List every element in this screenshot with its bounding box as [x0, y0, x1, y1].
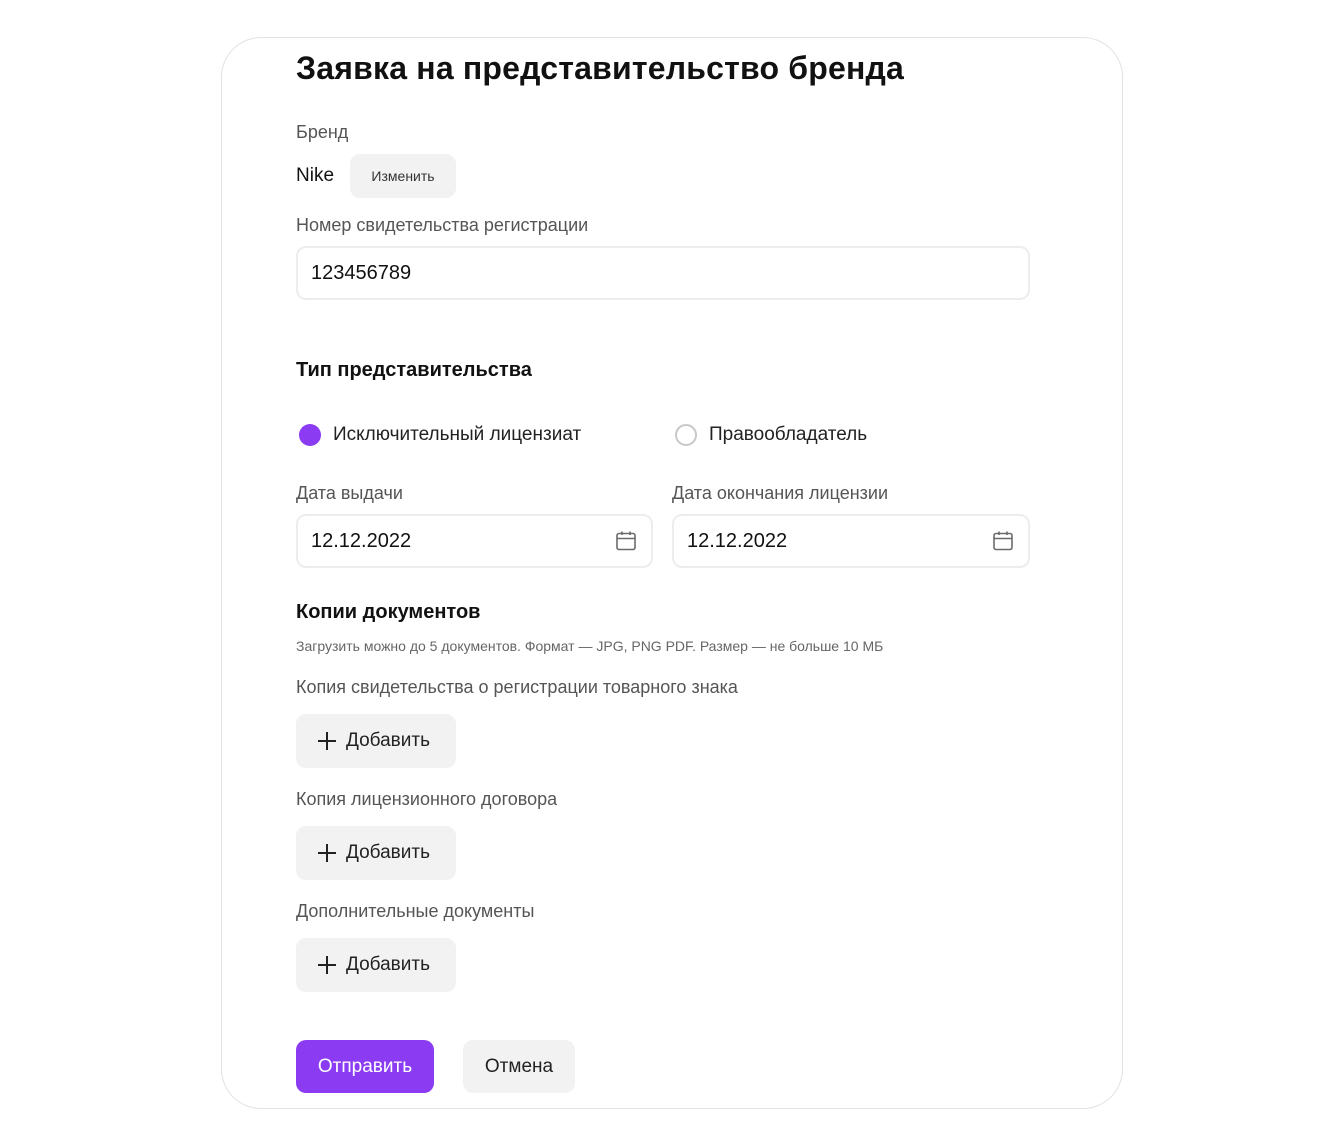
radio-rights-holder[interactable]: Правообладатель: [675, 424, 867, 446]
radio-label: Исключительный лицензиат: [333, 424, 582, 445]
documents-hint: Загрузить можно до 5 документов. Формат …: [296, 638, 884, 654]
registration-value: 123456789: [311, 261, 412, 284]
issue-date-input[interactable]: 12.12.2022: [296, 514, 653, 568]
add-trademark-copy-button[interactable]: Добавить: [296, 714, 456, 768]
plus-icon: [318, 732, 336, 750]
registration-input[interactable]: 123456789: [296, 246, 1030, 300]
issue-date-label: Дата выдачи: [296, 483, 403, 503]
add-button-label: Добавить: [346, 842, 430, 863]
change-brand-button[interactable]: Изменить: [350, 154, 456, 198]
trademark-copy-label: Копия свидетельства о регистрации товарн…: [296, 677, 738, 697]
expiry-date-input[interactable]: 12.12.2022: [672, 514, 1030, 568]
radio-unchecked-icon: [675, 424, 697, 446]
radio-exclusive-licensee[interactable]: Исключительный лицензиат: [299, 424, 581, 446]
form-content: Заявка на представительство бренда Бренд…: [296, 38, 1056, 1108]
calendar-icon[interactable]: [615, 530, 637, 552]
license-copy-label: Копия лицензионного договора: [296, 789, 558, 809]
add-button-label: Добавить: [346, 954, 430, 975]
expiry-date-value: 12.12.2022: [687, 529, 788, 552]
calendar-icon[interactable]: [992, 530, 1014, 552]
brand-application-card: Заявка на представительство бренда Бренд…: [221, 37, 1123, 1109]
documents-title: Копии документов: [296, 601, 481, 623]
cancel-button[interactable]: Отмена: [463, 1040, 575, 1093]
expiry-date-label: Дата окончания лицензии: [672, 483, 889, 503]
plus-icon: [318, 844, 336, 862]
add-additional-docs-button[interactable]: Добавить: [296, 938, 456, 992]
registration-label: Номер свидетельства регистрации: [296, 215, 589, 235]
add-button-label: Добавить: [346, 730, 430, 751]
submit-button[interactable]: Отправить: [296, 1040, 434, 1093]
additional-docs-label: Дополнительные документы: [296, 901, 535, 921]
radio-checked-icon: [299, 424, 321, 446]
brand-label: Бренд: [296, 122, 349, 142]
radio-label: Правообладатель: [709, 424, 868, 445]
add-license-copy-button[interactable]: Добавить: [296, 826, 456, 880]
issue-date-value: 12.12.2022: [311, 529, 412, 552]
representation-title: Тип представительства: [296, 359, 532, 381]
page-title: Заявка на представительство бренда: [296, 50, 905, 86]
plus-icon: [318, 956, 336, 974]
brand-value: Nike: [296, 165, 335, 186]
